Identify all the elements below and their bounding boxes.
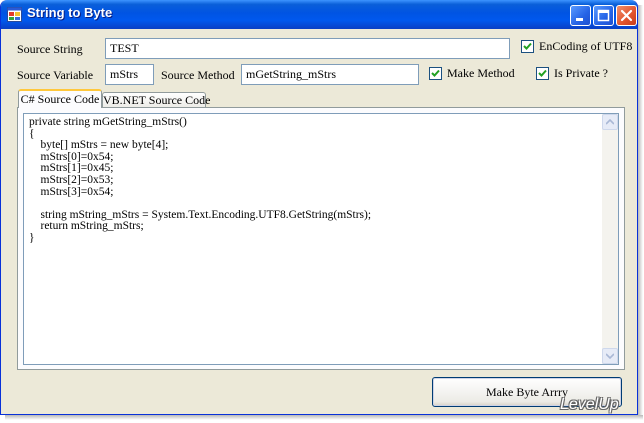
utf8-checkbox-box[interactable] — [521, 40, 534, 53]
tab-panel: private string mGetString_mStrs() { byte… — [17, 107, 625, 370]
chevron-down-icon — [606, 353, 614, 359]
source-variable-input[interactable]: mStrs — [105, 64, 154, 85]
close-button[interactable] — [616, 5, 637, 26]
source-code-textarea[interactable]: private string mGetString_mStrs() { byte… — [23, 113, 619, 365]
is-private-label: Is Private ? — [554, 66, 608, 80]
tab-csharp-source[interactable]: C# Source Code — [18, 89, 102, 108]
window-shadow-bottom — [5, 415, 643, 420]
client-area: Source String TEST EnCoding of UTF8 Sour… — [4, 29, 634, 411]
source-string-input[interactable]: TEST — [105, 38, 510, 59]
window-shadow-right — [638, 5, 643, 415]
maximize-button[interactable] — [593, 5, 614, 26]
is-private-checkbox[interactable]: Is Private ? — [536, 66, 608, 81]
checkmark-icon — [431, 69, 440, 77]
minimize-button[interactable] — [570, 5, 591, 26]
title-bar[interactable]: String to Byte — [1, 0, 637, 29]
maximize-icon — [597, 9, 610, 22]
is-private-checkbox-box[interactable] — [536, 67, 549, 80]
source-string-label: Source String — [17, 42, 83, 56]
make-method-label: Make Method — [447, 66, 515, 80]
checkmark-icon — [538, 69, 547, 77]
vertical-scrollbar[interactable] — [602, 114, 618, 364]
close-icon — [620, 9, 633, 22]
levelup-watermark: LevelUp — [560, 396, 619, 413]
checkmark-icon — [523, 42, 532, 50]
app-icon — [7, 7, 22, 22]
source-code-text: private string mGetString_mStrs() { byte… — [29, 116, 372, 244]
scroll-down-button[interactable] — [602, 348, 618, 364]
tab-vbnet-source[interactable]: VB.NET Source Code — [102, 92, 210, 108]
minimize-icon — [576, 18, 583, 21]
scroll-up-button[interactable] — [602, 114, 618, 130]
window-title: String to Byte — [27, 5, 113, 20]
chevron-up-icon — [606, 119, 614, 125]
source-method-label: Source Method — [161, 68, 235, 82]
main-window: String to Byte Source String TEST EnCodi… — [0, 0, 638, 415]
make-method-checkbox[interactable]: Make Method — [429, 66, 515, 81]
utf8-checkbox[interactable]: EnCoding of UTF8 — [521, 39, 632, 54]
source-variable-label: Source Variable — [17, 68, 94, 82]
utf8-label: EnCoding of UTF8 — [539, 39, 633, 53]
source-method-input[interactable]: mGetString_mStrs — [241, 64, 419, 85]
make-method-checkbox-box[interactable] — [429, 67, 442, 80]
